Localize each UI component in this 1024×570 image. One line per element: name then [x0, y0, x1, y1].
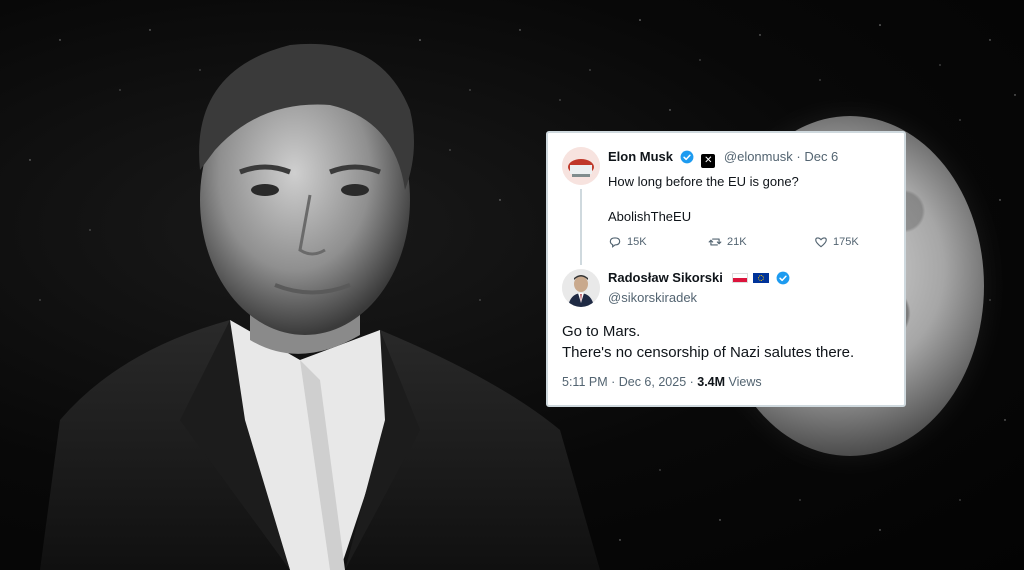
reply-author-name[interactable]: Radosław Sikorski	[608, 270, 723, 285]
tweet-line-1: How long before the EU is gone?	[608, 174, 799, 189]
reply-timestamp[interactable]: 5:11 PM · Dec 6, 2025 ·	[562, 375, 697, 389]
repost-count: 21K	[727, 236, 747, 248]
like-icon	[815, 237, 827, 248]
separator-dot: ·	[796, 149, 801, 164]
reply-meta: 5:11 PM · Dec 6, 2025 · 3.4M Views	[562, 375, 762, 389]
radoslaw-sikorski-avatar[interactable]	[562, 269, 600, 307]
repost-button[interactable]: 21K	[708, 235, 747, 249]
reply-author-handle[interactable]: @sikorskiradek	[608, 290, 697, 305]
repost-icon	[708, 238, 722, 246]
x-logo-icon: ✕	[701, 154, 716, 168]
tweet-date[interactable]: Dec 6	[804, 149, 838, 164]
tweet-line-2: AbolishTheEU	[608, 209, 692, 224]
poland-flag-icon	[731, 273, 748, 283]
reply-icon	[609, 237, 621, 248]
reply-line-2: There's no censorship of Nazi salutes th…	[562, 344, 855, 361]
verified-badge-icon	[680, 150, 694, 168]
reply-line-1: Go to Mars.	[562, 323, 641, 340]
eu-flag-icon	[753, 273, 770, 283]
avatar-image-icon	[562, 147, 600, 185]
reply-body: Go to Mars. There's no censorship of Naz…	[562, 321, 892, 363]
thread-connector-line	[580, 189, 582, 265]
author-name[interactable]: Elon Musk	[608, 149, 673, 164]
views-label: Views	[725, 375, 762, 389]
like-count: 175K	[833, 236, 859, 248]
reply-header: Radosław Sikorski	[608, 270, 790, 289]
tweet-actions-bar: 15K 21K 175K	[608, 235, 868, 251]
tweet-header: Elon Musk ✕ @elonmusk · Dec 6	[608, 149, 838, 168]
verified-badge-icon	[776, 271, 790, 289]
avatar-image-icon	[562, 269, 600, 307]
elon-musk-avatar[interactable]	[562, 147, 600, 185]
views-count: 3.4M	[697, 375, 726, 389]
person-portrait	[40, 43, 600, 570]
reply-count: 15K	[627, 236, 647, 248]
tweet-body: How long before the EU is gone? AbolishT…	[608, 173, 898, 243]
like-button[interactable]: 175K	[814, 235, 859, 249]
tweet-screenshot-card: Elon Musk ✕ @elonmusk · Dec 6 How long b…	[546, 131, 906, 407]
reply-button[interactable]: 15K	[608, 235, 647, 249]
author-handle[interactable]: @elonmusk	[724, 149, 793, 164]
